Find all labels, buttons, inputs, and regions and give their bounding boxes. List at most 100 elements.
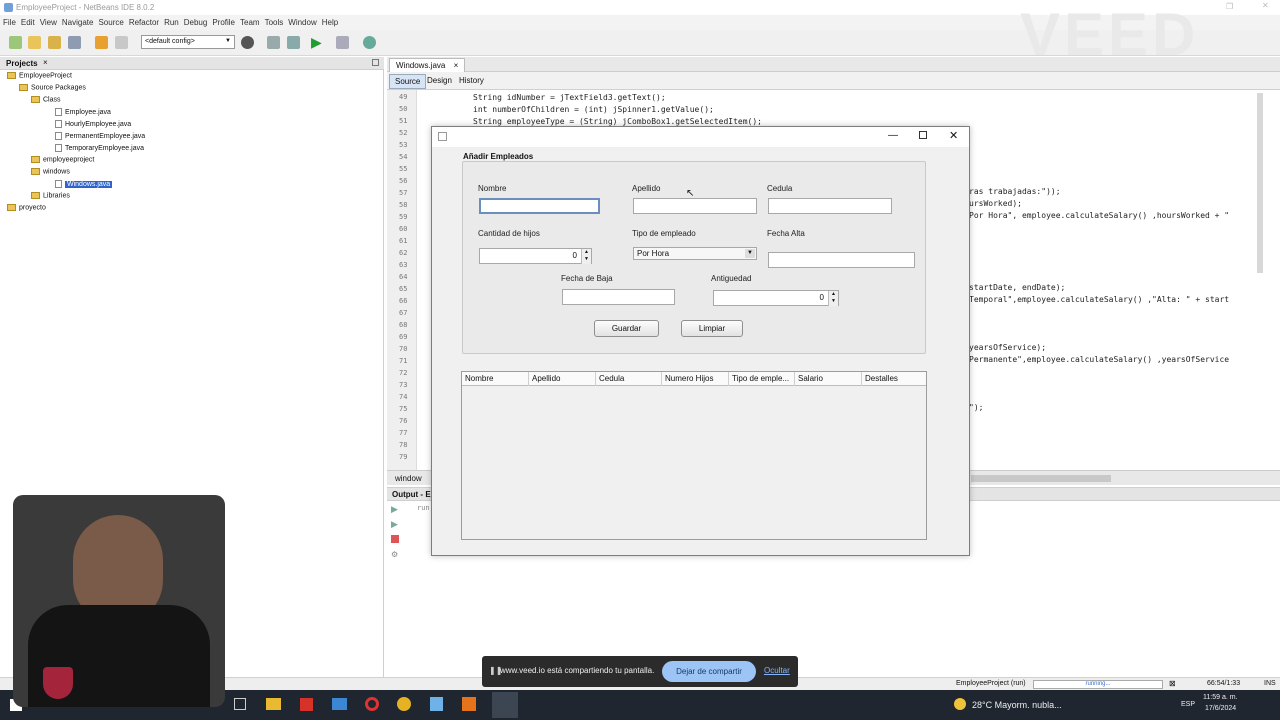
tipo-select[interactable]: Por Hora ▼	[633, 247, 757, 260]
clean-build-icon[interactable]	[287, 36, 300, 49]
close-icon[interactable]: ✕	[1262, 1, 1269, 10]
antiguedad-spinner[interactable]: 0 ▲ ▼	[713, 290, 839, 306]
menu-item-team[interactable]: Team	[240, 15, 260, 30]
settings-icon[interactable]: ⚙	[391, 550, 398, 559]
column-header-apellido[interactable]: Apellido	[529, 372, 596, 386]
minimize-icon[interactable]: —	[888, 130, 898, 141]
chrome-icon[interactable]	[397, 697, 411, 711]
menu-item-edit[interactable]: Edit	[21, 15, 35, 30]
tree-item-permanentemployee-java[interactable]: PermanentEmployee.java	[55, 132, 145, 140]
spinner-arrows-icon[interactable]: ▲ ▼	[581, 249, 591, 264]
tab-projects[interactable]: Projects	[6, 59, 38, 68]
tab-window[interactable]: window	[395, 474, 422, 483]
tree-item-class[interactable]: Class	[31, 96, 61, 103]
cedula-input[interactable]	[768, 198, 892, 214]
tree-item-windows[interactable]: windows	[31, 168, 70, 175]
new-file-icon[interactable]	[28, 36, 41, 49]
close-tab-icon[interactable]: ×	[454, 61, 459, 70]
stop-icon[interactable]	[391, 535, 399, 543]
guardar-button[interactable]: Guardar	[594, 320, 659, 337]
weather-label[interactable]: 28°C Mayorm. nubla...	[972, 700, 1062, 710]
menu-item-run[interactable]: Run	[164, 15, 179, 30]
redo-icon[interactable]	[115, 36, 128, 49]
hide-button[interactable]: Ocultar	[764, 666, 790, 675]
rerun-icon[interactable]: ▶	[391, 504, 398, 515]
debug-icon[interactable]	[336, 36, 349, 49]
mail-icon[interactable]	[332, 698, 347, 710]
dropdown-arrow-icon[interactable]: ▼	[745, 249, 755, 258]
hijos-spinner[interactable]: 0 ▲ ▼	[479, 248, 592, 264]
profile-icon[interactable]	[363, 36, 376, 49]
minimize-panel-icon[interactable]	[372, 59, 379, 66]
tree-item-employee-java[interactable]: Employee.java	[55, 108, 111, 116]
close-icon[interactable]: ✕	[949, 129, 958, 142]
clock-time[interactable]: 11:59 a. m.	[1203, 694, 1238, 701]
run-icon[interactable]: ▶	[311, 34, 322, 51]
apellido-input[interactable]	[633, 198, 757, 214]
language-indicator[interactable]: ESP	[1181, 701, 1195, 708]
build-icon[interactable]	[267, 36, 280, 49]
column-header-nombre[interactable]: Nombre	[462, 372, 529, 386]
maximize-icon[interactable]	[919, 131, 927, 139]
column-header-cedula[interactable]: Cedula	[596, 372, 662, 386]
menu-item-navigate[interactable]: Navigate	[62, 15, 94, 30]
column-header-tipo[interactable]: Tipo de emple...	[729, 372, 795, 386]
nombre-input[interactable]	[479, 198, 600, 214]
code-line: Permanente",employee.calculateSalary() ,…	[969, 355, 1230, 364]
horizontal-scrollbar[interactable]	[971, 475, 1111, 482]
line-number: 59	[399, 213, 408, 221]
limpiar-button[interactable]: Limpiar	[681, 320, 743, 337]
menu-item-tools[interactable]: Tools	[265, 15, 284, 30]
tree-item-temporaryemployee-java[interactable]: TemporaryEmployee.java	[55, 144, 144, 152]
undo-icon[interactable]	[95, 36, 108, 49]
line-number: 49	[399, 93, 408, 101]
tree-item-windows-java[interactable]: Windows.java	[55, 180, 113, 188]
vertical-scrollbar[interactable]	[1257, 93, 1263, 273]
file-explorer-icon[interactable]	[266, 698, 281, 710]
tree-item-proyecto[interactable]: proyecto	[7, 204, 46, 211]
tab-output[interactable]: Output - E	[392, 490, 431, 499]
spinner-arrows-icon[interactable]: ▲ ▼	[828, 291, 838, 306]
open-project-icon[interactable]	[48, 36, 61, 49]
opera-icon[interactable]	[365, 697, 379, 711]
column-header-salario[interactable]: Salario	[795, 372, 862, 386]
stop-sharing-button[interactable]: Dejar de compartir	[662, 661, 756, 682]
new-project-icon[interactable]	[9, 36, 22, 49]
tab-source[interactable]: Source	[389, 74, 427, 89]
tab-history[interactable]: History	[459, 76, 484, 85]
tree-item-employeeproject-pkg[interactable]: employeeproject	[31, 156, 94, 163]
rerun-params-icon[interactable]: ▶	[391, 519, 398, 530]
menu-item-window[interactable]: Window	[288, 15, 316, 30]
menu-item-refactor[interactable]: Refactor	[129, 15, 159, 30]
tab-design[interactable]: Design	[427, 76, 452, 85]
tree-item-source-packages[interactable]: Source Packages	[19, 84, 86, 91]
menu-item-debug[interactable]: Debug	[184, 15, 208, 30]
menu-item-file[interactable]: File	[3, 15, 16, 30]
sublime-icon[interactable]	[462, 697, 476, 711]
column-header-detalles[interactable]: Destalles	[862, 372, 926, 386]
globe-icon[interactable]	[241, 36, 254, 49]
tree-item-employeeproject[interactable]: EmployeeProject	[7, 72, 72, 79]
app-icon[interactable]	[430, 697, 443, 711]
store-icon[interactable]	[300, 698, 313, 711]
tree-item-libraries[interactable]: Libraries	[31, 192, 70, 199]
menu-item-profile[interactable]: Profile	[212, 15, 235, 30]
menu-item-help[interactable]: Help	[322, 15, 338, 30]
tree-item-hourlyemployee-java[interactable]: HourlyEmployee.java	[55, 120, 131, 128]
netbeans-task-icon[interactable]	[492, 692, 518, 718]
task-view-icon[interactable]	[234, 698, 246, 710]
employees-table[interactable]: Nombre Apellido Cedula Numero Hijos Tipo…	[461, 371, 927, 540]
tab-windows-java[interactable]: Windows.java ×	[389, 58, 466, 72]
restore-icon[interactable]: ❐	[1226, 2, 1233, 11]
tree-label: employeeproject	[43, 156, 95, 164]
cancel-run-icon[interactable]: ⊠	[1169, 679, 1176, 688]
column-header-numero-hijos[interactable]: Numero Hijos	[662, 372, 729, 386]
close-tab-icon[interactable]: ×	[43, 58, 48, 67]
menu-item-view[interactable]: View	[40, 15, 57, 30]
clock-date[interactable]: 17/6/2024	[1205, 705, 1236, 712]
baja-date-input[interactable]	[562, 289, 675, 305]
menu-item-source[interactable]: Source	[98, 15, 123, 30]
alta-date-input[interactable]	[768, 252, 915, 268]
config-select[interactable]: <default config>	[141, 35, 235, 49]
save-all-icon[interactable]	[68, 36, 81, 49]
